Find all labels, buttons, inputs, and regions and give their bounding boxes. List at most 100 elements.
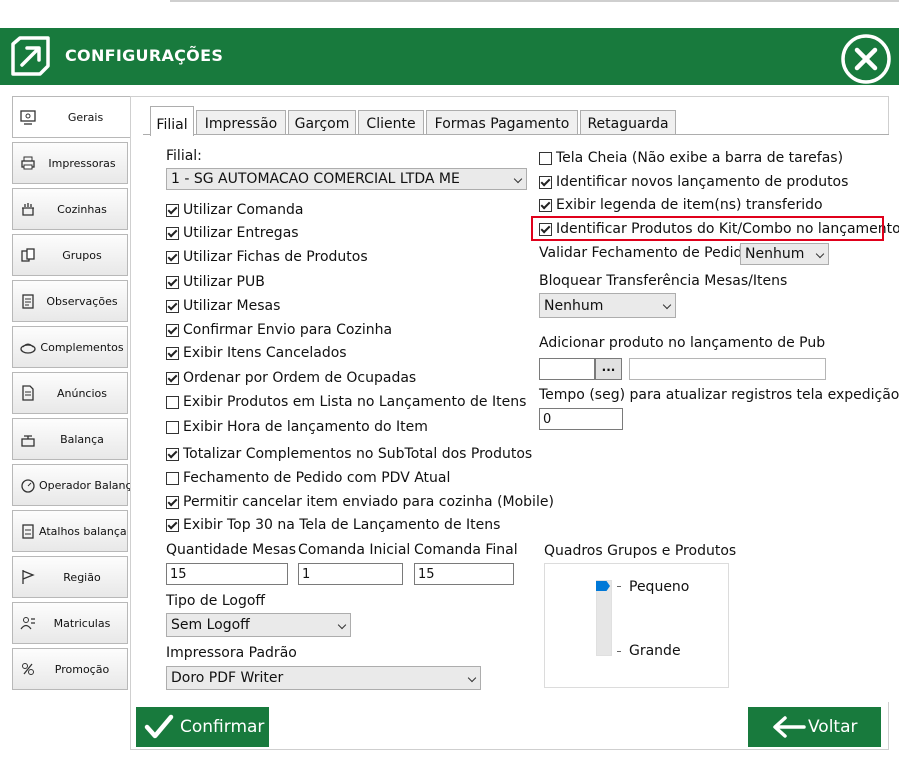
sidebar-item-label: Impressoras <box>48 157 116 170</box>
tempo-input[interactable]: 0 <box>539 408 623 430</box>
sidebar-item-gerais[interactable]: Gerais <box>12 96 130 138</box>
left-option-checkbox[interactable]: Utilizar Mesas <box>166 297 280 315</box>
checkbox-icon[interactable] <box>539 175 552 189</box>
impressora-label: Impressora Padrão <box>166 645 297 661</box>
left-option-checkbox[interactable]: Confirmar Envio para Cozinha <box>166 321 392 339</box>
sidebar-item-label: Cozinhas <box>57 203 107 216</box>
checkbox-icon[interactable] <box>166 518 179 532</box>
comanda-final-input[interactable]: 15 <box>414 563 514 585</box>
left-option-checkbox[interactable]: Exibir Itens Cancelados <box>166 344 347 362</box>
checkbox-icon[interactable] <box>166 395 179 409</box>
validar-value: Nenhum <box>745 246 805 262</box>
right-option-checkbox[interactable]: Identificar novos lançamento de produtos <box>539 173 848 191</box>
left-option-checkbox[interactable]: Utilizar PUB <box>166 273 265 291</box>
checkbox-icon[interactable] <box>166 275 179 289</box>
logoff-value: Sem Logoff <box>171 617 250 633</box>
left-option-checkbox[interactable]: Utilizar Comanda <box>166 201 303 219</box>
tab-cliente[interactable]: Cliente <box>358 110 424 134</box>
checkbox-icon[interactable] <box>539 151 552 165</box>
checkbox-label: Confirmar Envio para Cozinha <box>183 322 393 338</box>
sidebar-item-regiao[interactable]: Região <box>12 556 128 598</box>
left-option-checkbox[interactable]: Utilizar Fichas de Produtos <box>166 248 368 266</box>
impressora-select[interactable]: Doro PDF Writer <box>166 666 481 690</box>
tab-retaguarda[interactable]: Retaguarda <box>580 110 676 134</box>
left-option-checkbox[interactable]: Permitir cancelar item enviado para cozi… <box>166 493 554 511</box>
sidebar-item-complementos[interactable]: Complementos <box>12 326 128 368</box>
slider-tick <box>617 651 621 652</box>
sidebar-item-balanca[interactable]: Balança <box>12 418 128 460</box>
checkbox-label: Exibir Hora de lançamento do Item <box>183 419 428 435</box>
logoff-label: Tipo de Logoff <box>166 593 266 609</box>
sidebar-item-anuncios[interactable]: Anúncios <box>12 372 128 414</box>
sidebar-item-label: Operador Balança <box>39 479 139 492</box>
checkbox-label: Utilizar Entregas <box>183 225 299 241</box>
checkbox-icon[interactable] <box>166 346 179 360</box>
checkbox-icon[interactable] <box>166 226 179 240</box>
tab-label: Retaguarda <box>587 116 669 132</box>
checkbox-label: Utilizar PUB <box>183 274 265 290</box>
sidebar-item-grupos[interactable]: Grupos <box>12 234 128 276</box>
left-option-checkbox[interactable]: Fechamento de Pedido com PDV Atual <box>166 469 450 487</box>
checkbox-icon[interactable] <box>166 250 179 264</box>
checkbox-icon[interactable] <box>166 447 179 461</box>
filial-select[interactable]: 1 - SG AUTOMACAO COMERCIAL LTDA ME <box>166 168 527 190</box>
highlight-frame <box>531 216 884 241</box>
confirm-button[interactable]: Confirmar <box>136 707 269 747</box>
sidebar-item-promocao[interactable]: Promoção <box>12 648 128 690</box>
validar-select[interactable]: Nenhum <box>740 243 829 265</box>
tab-label: Impressão <box>204 116 278 132</box>
size-slider-track[interactable] <box>596 580 612 656</box>
back-button[interactable]: Voltar <box>748 707 881 747</box>
sidebar-item-matriculas[interactable]: Matriculas <box>12 602 128 644</box>
checkbox-label: Utilizar Mesas <box>183 298 281 314</box>
quantidade-mesas-label: Quantidade Mesas <box>166 542 296 558</box>
tab-garcom[interactable]: Garçom <box>288 110 356 134</box>
left-option-checkbox[interactable]: Exibir Produtos em Lista no Lançamento d… <box>166 393 526 411</box>
adicionar-search-button[interactable]: ... <box>595 358 622 380</box>
tab-formas-pagamento[interactable]: Formas Pagamento <box>426 110 578 134</box>
sidebar-item-observacoes[interactable]: Observações <box>12 280 128 322</box>
checkbox-icon[interactable] <box>166 203 179 217</box>
sidebar-item-impressoras[interactable]: Impressoras <box>12 142 128 184</box>
checkbox-icon[interactable] <box>166 495 179 509</box>
close-icon[interactable] <box>840 33 892 85</box>
tab-label: Cliente <box>366 116 416 132</box>
checkbox-icon[interactable] <box>166 420 179 434</box>
right-option-checkbox[interactable]: Exibir legenda de item(ns) transferido <box>539 196 823 214</box>
left-option-checkbox[interactable]: Exibir Top 30 na Tela de Lançamento de I… <box>166 516 500 534</box>
left-option-checkbox[interactable]: Totalizar Complementos no SubTotal dos P… <box>166 445 532 463</box>
sidebar-item-label: Balança <box>60 433 104 446</box>
left-option-checkbox[interactable]: Utilizar Entregas <box>166 224 299 242</box>
sidebar-item-label: Região <box>63 571 101 584</box>
right-option-checkbox[interactable]: Tela Cheia (Não exibe a barra de tarefas… <box>539 149 843 167</box>
app-logo-icon <box>11 36 50 76</box>
comanda-inicial-input[interactable]: 1 <box>298 563 403 585</box>
chevron-down-icon <box>815 249 825 259</box>
settings-screen-icon <box>20 110 36 125</box>
checkbox-label: Identificar novos lançamento de produtos <box>556 174 849 190</box>
left-option-checkbox[interactable]: Ordenar por Ordem de Ocupadas <box>166 369 416 387</box>
quantidade-mesas-input[interactable]: 15 <box>166 563 288 585</box>
left-option-checkbox[interactable]: Exibir Hora de lançamento do Item <box>166 418 428 436</box>
sidebar-item-operador-balanca[interactable]: Operador Balança <box>12 464 139 506</box>
tab-filial[interactable]: Filial <box>150 106 194 136</box>
promotion-icon <box>22 663 34 675</box>
sidebar-item-label: Grupos <box>62 249 102 262</box>
checkbox-icon[interactable] <box>166 323 179 337</box>
sidebar-item-cozinhas[interactable]: Cozinhas <box>12 188 128 230</box>
checkbox-icon[interactable] <box>166 471 179 485</box>
impressora-value: Doro PDF Writer <box>171 670 284 686</box>
validar-label: Validar Fechamento de Pedido <box>539 245 751 261</box>
tempo-label: Tempo (seg) para atualizar registros tel… <box>539 387 899 403</box>
chevron-down-icon <box>337 620 347 630</box>
checkbox-icon[interactable] <box>539 198 552 212</box>
bloquear-select[interactable]: Nenhum <box>539 293 676 318</box>
adicionar-code-input[interactable] <box>539 358 595 380</box>
sidebar-item-atalhos-balanca[interactable]: Atalhos balança <box>12 510 128 552</box>
chevron-down-icon <box>662 300 672 310</box>
adicionar-description-input[interactable] <box>629 358 826 380</box>
checkbox-icon[interactable] <box>166 371 179 385</box>
logoff-select[interactable]: Sem Logoff <box>166 613 351 637</box>
checkbox-icon[interactable] <box>166 299 179 313</box>
tab-impressao[interactable]: Impressão <box>196 110 286 134</box>
